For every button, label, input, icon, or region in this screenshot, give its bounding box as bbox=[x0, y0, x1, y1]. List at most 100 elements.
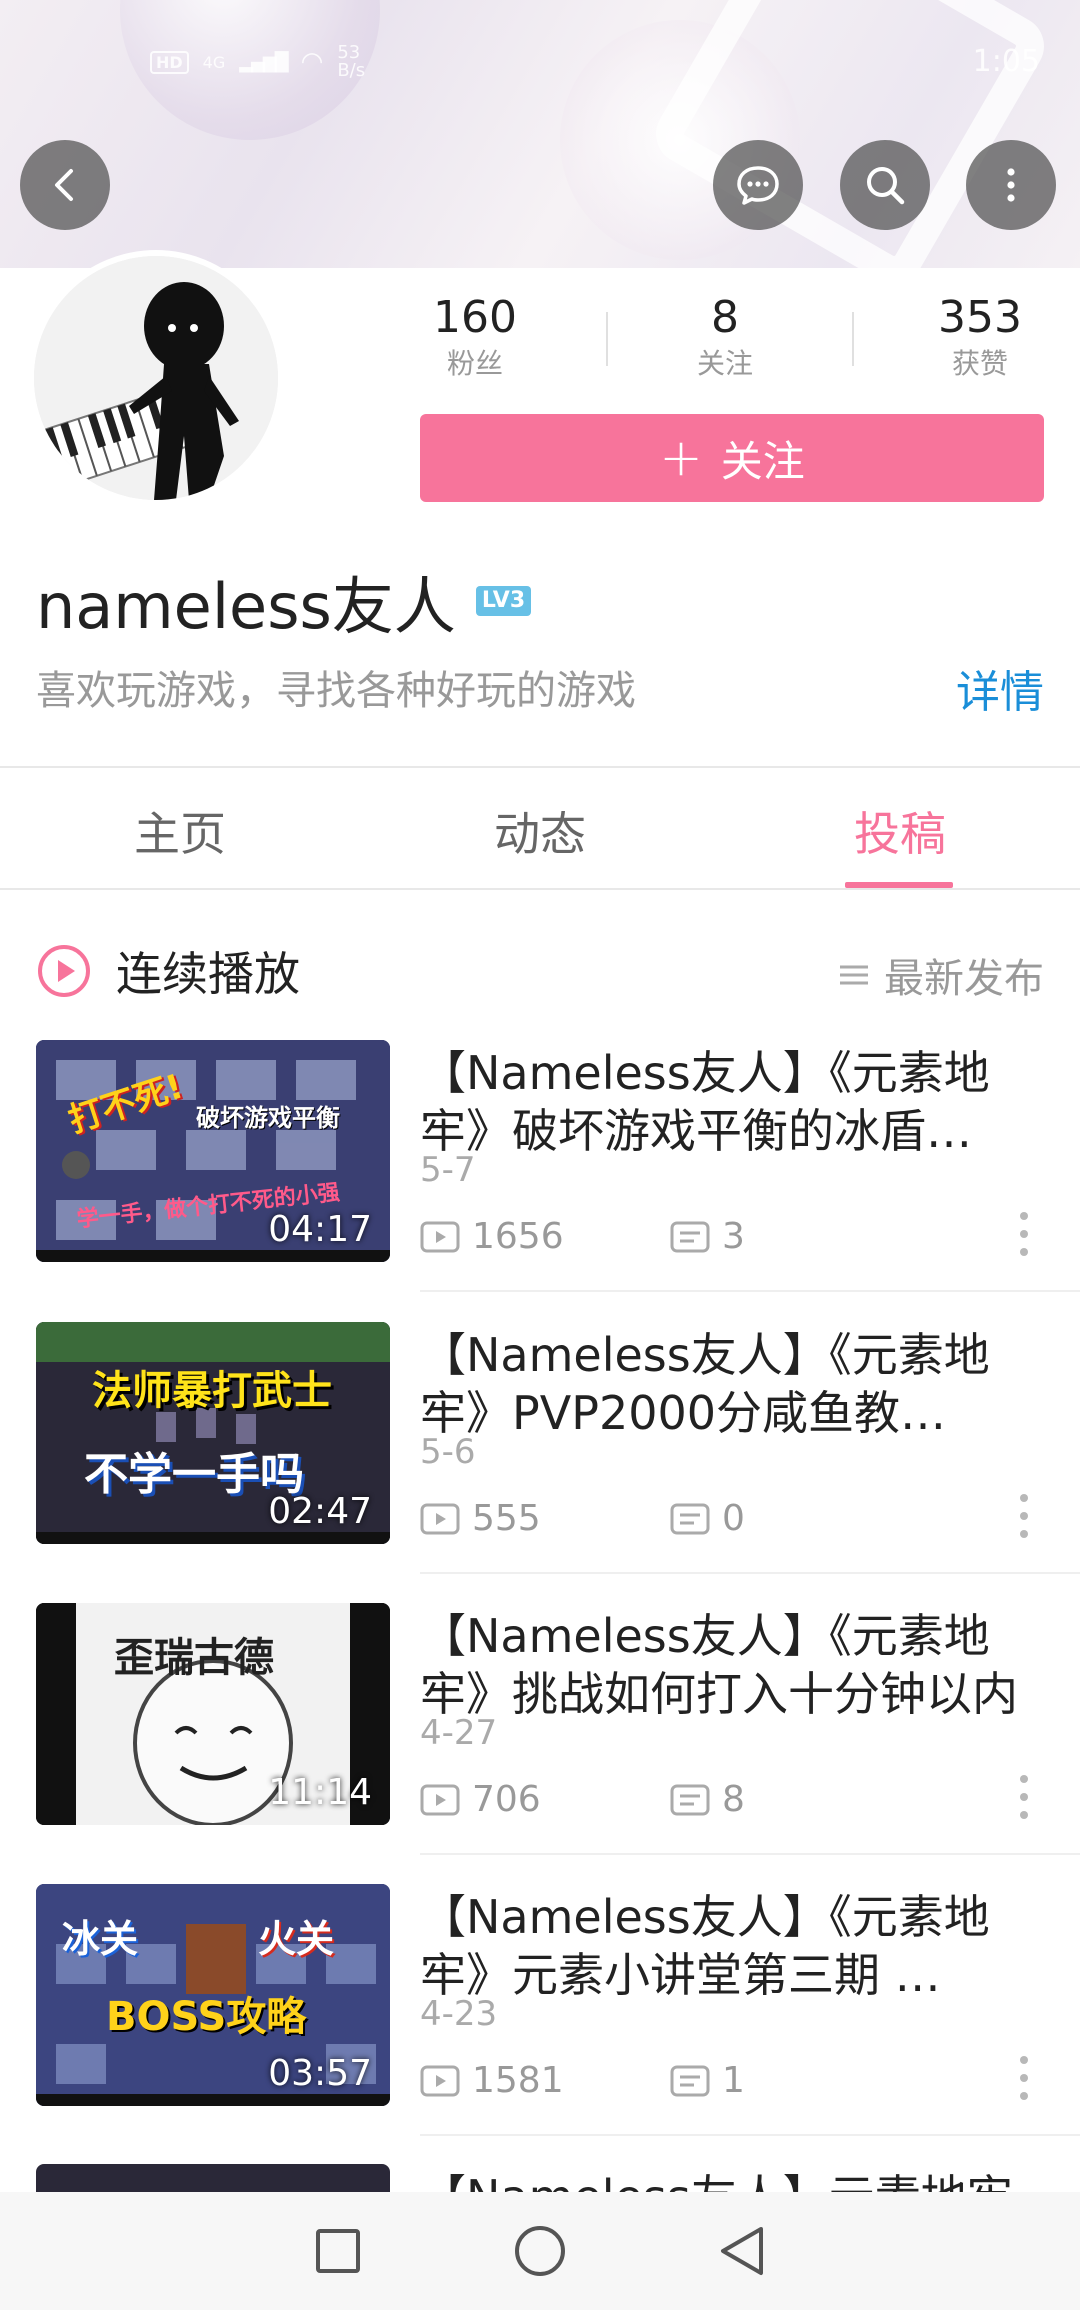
video-thumbnail[interactable] bbox=[36, 2164, 390, 2192]
video-duration: 02:47 bbox=[268, 1491, 372, 1532]
profile-banner: HD 4G ▂▄▆█ ◠ 53 B/s 1:05 bbox=[0, 0, 1080, 268]
signal-icon: ▂▄▆█ bbox=[239, 51, 288, 73]
wifi-icon: ◠ bbox=[300, 47, 324, 77]
tabs-divider bbox=[0, 888, 1080, 890]
more-options-icon[interactable] bbox=[1018, 1494, 1030, 1538]
sort-list-icon bbox=[840, 965, 868, 985]
video-title[interactable]: 【Nameless友人】《元素地牢》挑战如何打入十分钟以内 bbox=[420, 1607, 1050, 1723]
video-title[interactable]: 【Nameless友人】《元素地牢》元素小讲堂第三期 … bbox=[420, 1888, 1050, 2004]
video-stats: 706 8 bbox=[420, 1779, 745, 1820]
video-date: 5-6 bbox=[420, 1432, 476, 1472]
play-all-label: 连续播放 bbox=[116, 947, 300, 1001]
video-thumbnail[interactable]: 冰关 火关 BOSS攻略 03:57 bbox=[36, 1884, 390, 2106]
video-thumbnail[interactable]: 法师暴打武士 不学一手吗 02:47 bbox=[36, 1322, 390, 1544]
message-icon bbox=[737, 166, 779, 205]
likes-label: 获赞 bbox=[951, 347, 1008, 380]
sort-label: 最新发布 bbox=[884, 956, 1044, 1002]
sort-button[interactable]: 最新发布 bbox=[838, 946, 1044, 1004]
play-count: 1656 bbox=[472, 1216, 564, 1257]
followers-count: 160 bbox=[433, 292, 517, 343]
detail-link[interactable]: 详情 bbox=[956, 656, 1044, 720]
thumbnail-text: BOSS攻略 bbox=[106, 1994, 307, 2040]
video-date: 5-7 bbox=[420, 1150, 476, 1190]
search-icon bbox=[867, 167, 905, 205]
network-type: 4G bbox=[202, 52, 226, 72]
video-duration: 04:17 bbox=[268, 1209, 372, 1250]
comment-count: 1 bbox=[722, 2060, 745, 2101]
back-button[interactable] bbox=[20, 140, 110, 230]
hd-indicator: HD bbox=[150, 50, 189, 74]
play-count-icon bbox=[420, 1221, 460, 1252]
nav-recent-icon[interactable] bbox=[313, 2226, 363, 2276]
video-item[interactable]: 打不死! 破坏游戏平衡 学一手，做个打不死的小强 04:17 【Nameless… bbox=[0, 1040, 1080, 1322]
video-title[interactable]: 【Nameless友人】元素地牢 bbox=[420, 2168, 1050, 2192]
nav-back-icon[interactable] bbox=[717, 2224, 767, 2278]
video-stats: 1581 1 bbox=[420, 2060, 745, 2101]
section-divider bbox=[0, 766, 1080, 768]
stat-likes[interactable]: 353 获赞 bbox=[920, 290, 1040, 382]
tab-home[interactable]: 主页 bbox=[0, 798, 360, 864]
level-badge: LV3 bbox=[475, 586, 532, 616]
video-title[interactable]: 【Nameless友人】《元素地牢》破坏游戏平衡的冰盾… bbox=[420, 1044, 1050, 1160]
more-button[interactable] bbox=[966, 140, 1056, 230]
video-title[interactable]: 【Nameless友人】《元素地牢》PVP2000分咸鱼教… bbox=[420, 1326, 1050, 1442]
video-duration: 03:57 bbox=[268, 2053, 372, 2094]
comment-count: 8 bbox=[722, 1779, 745, 1820]
play-count: 555 bbox=[472, 1498, 541, 1539]
stat-divider bbox=[606, 312, 608, 366]
play-all-button[interactable]: 连续播放 bbox=[36, 938, 300, 1004]
thumbnail-text: 火关 bbox=[258, 1917, 335, 1961]
more-options-icon[interactable] bbox=[1018, 1212, 1030, 1256]
message-button[interactable] bbox=[713, 140, 803, 230]
comment-icon bbox=[670, 1503, 710, 1534]
follow-button[interactable]: + 关注 bbox=[420, 414, 1044, 502]
more-options-icon[interactable] bbox=[1018, 1775, 1030, 1819]
username: nameless友人 bbox=[36, 570, 456, 643]
video-item[interactable]: 歪瑞古德 11:14 【Nameless友人】《元素地牢》挑战如何打入十分钟以内… bbox=[0, 1603, 1080, 1885]
comment-icon bbox=[670, 2065, 710, 2096]
video-item[interactable]: 【Nameless友人】元素地牢 bbox=[0, 2164, 1080, 2192]
thumbnail-text: 冰关 bbox=[62, 1917, 139, 1961]
username-row: nameless友人 LV3 bbox=[36, 556, 532, 646]
status-bar: HD 4G ▂▄▆█ ◠ 53 B/s bbox=[150, 40, 365, 84]
followers-label: 粉丝 bbox=[446, 347, 503, 380]
video-date: 4-27 bbox=[420, 1713, 498, 1753]
stat-following[interactable]: 8 关注 bbox=[670, 290, 780, 382]
play-count-icon bbox=[420, 1503, 460, 1534]
clock: 1:05 bbox=[972, 44, 1040, 79]
video-stats: 555 0 bbox=[420, 1498, 745, 1539]
search-button[interactable] bbox=[840, 140, 930, 230]
bio-text: 喜欢玩游戏，寻找各种好玩的游戏 bbox=[36, 668, 636, 714]
avatar-image bbox=[34, 256, 278, 500]
comment-icon bbox=[670, 1784, 710, 1815]
rate-unit: B/s bbox=[337, 60, 366, 81]
play-count-icon bbox=[420, 2065, 460, 2096]
profile-stats: 160 粉丝 8 关注 353 获赞 bbox=[420, 290, 1040, 400]
row-divider bbox=[420, 1290, 1080, 1292]
video-item[interactable]: 法师暴打武士 不学一手吗 02:47 【Nameless友人】《元素地牢》PVP… bbox=[0, 1322, 1080, 1604]
back-icon bbox=[55, 169, 73, 201]
video-date: 4-23 bbox=[420, 1994, 498, 2034]
row-divider bbox=[420, 1853, 1080, 1855]
more-options-icon[interactable] bbox=[1018, 2056, 1030, 2100]
row-divider bbox=[420, 2134, 1080, 2136]
comment-count: 0 bbox=[722, 1498, 745, 1539]
video-thumbnail[interactable]: 歪瑞古德 11:14 bbox=[36, 1603, 390, 1825]
tab-activity[interactable]: 动态 bbox=[360, 798, 720, 864]
video-item[interactable]: 冰关 火关 BOSS攻略 03:57 【Nameless友人】《元素地牢》元素小… bbox=[0, 1884, 1080, 2166]
profile-screen: { "status_bar": { "hd": "HD", "network":… bbox=[0, 0, 1080, 2310]
comment-count: 3 bbox=[722, 1216, 745, 1257]
stat-followers[interactable]: 160 粉丝 bbox=[420, 290, 530, 382]
play-circle-icon bbox=[38, 945, 90, 997]
thumbnail-text: 破坏游戏平衡 bbox=[196, 1104, 340, 1132]
likes-count: 353 bbox=[938, 292, 1022, 343]
system-navigation-bar bbox=[0, 2192, 1080, 2310]
following-count: 8 bbox=[711, 292, 739, 343]
avatar[interactable] bbox=[28, 250, 284, 506]
comment-icon bbox=[670, 1221, 710, 1252]
plus-icon: + bbox=[659, 428, 703, 488]
nav-home-icon[interactable] bbox=[513, 2224, 567, 2278]
video-thumbnail[interactable]: 打不死! 破坏游戏平衡 学一手，做个打不死的小强 04:17 bbox=[36, 1040, 390, 1262]
follow-label: 关注 bbox=[720, 436, 805, 486]
tab-uploads[interactable]: 投稿 bbox=[720, 798, 1080, 864]
